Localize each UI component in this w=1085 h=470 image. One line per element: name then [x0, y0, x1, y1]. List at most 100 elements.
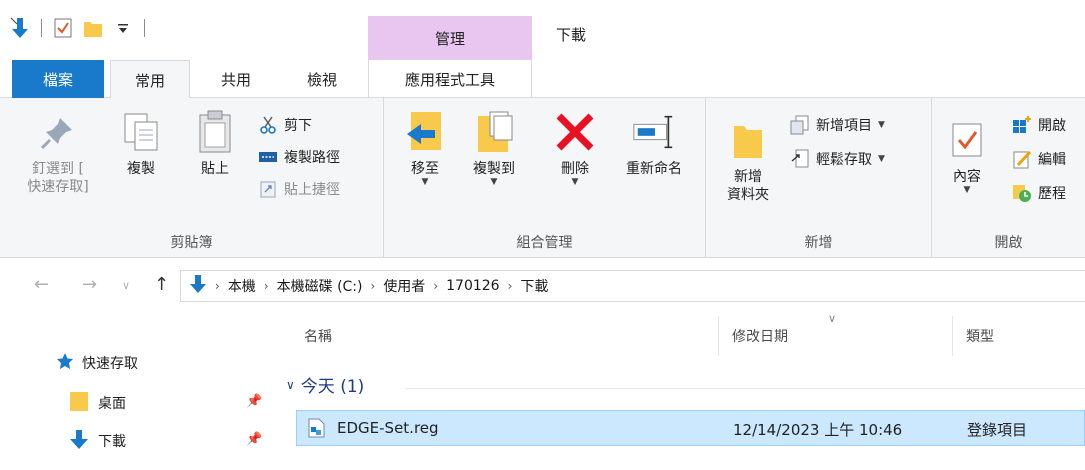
pinned-icon[interactable]: 📌	[246, 394, 262, 409]
copy-icon	[119, 108, 163, 156]
paste-shortcut-button[interactable]: 貼上捷徑	[258, 176, 340, 202]
recent-locations-icon[interactable]: ∨	[122, 279, 130, 292]
open-label: 開啟	[1038, 118, 1066, 134]
copy-path-icon	[258, 147, 278, 167]
new-item-dropdown-icon: ▼	[878, 120, 885, 130]
easy-access-icon	[790, 149, 810, 169]
open-button[interactable]: 開啟	[1012, 112, 1066, 138]
back-arrow-icon[interactable]: ←	[34, 274, 49, 295]
delete-dropdown-icon: ▼	[571, 177, 579, 187]
copy-button[interactable]: 複製	[116, 108, 166, 178]
properties-label: 內容	[953, 169, 981, 185]
copy-path-label: 複製路徑	[284, 150, 340, 166]
nav-item-downloads[interactable]: 下載	[68, 428, 126, 454]
group-label-open: 開啟	[994, 235, 1023, 251]
tab-view[interactable]: 檢視	[282, 60, 362, 98]
paste-shortcut-icon	[258, 179, 278, 199]
collapse-chevron-icon[interactable]: ∨	[286, 378, 295, 392]
properties-dropdown-icon: ▼	[963, 185, 971, 195]
column-header-name[interactable]: 名稱	[304, 326, 332, 346]
breadcrumb-separator[interactable]: ›	[433, 279, 438, 293]
group-label-organize: 組合管理	[516, 235, 573, 251]
group-organize: 移至 ▼ 複製到 ▼ 刪除 ▼ 重新命名 組合管理	[384, 98, 706, 258]
address-bar[interactable]: › 本機 › 本機磁碟 (C:) › 使用者 › 170126 › 下載	[180, 270, 1085, 302]
qat-separator	[144, 19, 145, 37]
rename-icon	[632, 108, 676, 156]
tab-home[interactable]: 常用	[110, 60, 190, 99]
edit-button[interactable]: 編輯	[1012, 146, 1066, 172]
history-label: 歷程	[1038, 186, 1066, 202]
column-separator[interactable]	[952, 316, 953, 356]
group-divider	[406, 388, 1085, 389]
history-button[interactable]: 歷程	[1012, 180, 1066, 206]
properties-button[interactable]: 內容 ▼	[944, 116, 990, 195]
pinned-icon[interactable]: 📌	[246, 432, 262, 447]
ribbon-tabs: 檔案 常用 共用 檢視 應用程式工具	[0, 60, 1085, 99]
copy-to-icon	[472, 108, 516, 156]
up-arrow-icon[interactable]: ↑	[154, 274, 169, 295]
file-type: 登錄項目	[967, 421, 1028, 439]
delete-button[interactable]: 刪除 ▼	[550, 108, 600, 187]
paste-button[interactable]: 貼上	[190, 108, 240, 178]
column-separator[interactable]	[718, 316, 719, 356]
breadcrumb-separator[interactable]: ›	[215, 279, 220, 293]
column-header-modified[interactable]: 修改日期	[732, 326, 788, 346]
breadcrumb-users[interactable]: 使用者	[383, 276, 425, 296]
new-item-button[interactable]: 新增項目 ▼	[790, 112, 885, 138]
easy-access-button[interactable]: 輕鬆存取 ▼	[790, 146, 885, 172]
customize-qat-icon[interactable]	[111, 16, 135, 40]
easy-access-dropdown-icon: ▼	[878, 154, 885, 164]
breadcrumb-separator[interactable]: ›	[264, 279, 269, 293]
group-clipboard: 釘選到 [ 快速存取] 複製 貼上 剪下 複製路徑 貼上捷徑 剪貼簿	[0, 98, 384, 258]
file-name: EDGE-Set.reg	[337, 419, 439, 437]
desktop-folder-icon	[68, 390, 90, 416]
tab-app-tools[interactable]: 應用程式工具	[368, 60, 532, 98]
group-label-new: 新增	[804, 235, 833, 251]
table-row[interactable]: EDGE-Set.reg 12/14/2023 上午 10:46 登錄項目	[296, 410, 1085, 446]
nav-item-quick-access[interactable]: 快速存取	[56, 352, 138, 374]
delete-x-icon	[553, 108, 597, 156]
copy-to-button[interactable]: 複製到 ▼	[462, 108, 526, 187]
pin-label: 釘選到 [ 快速存取]	[27, 161, 89, 195]
rename-button[interactable]: 重新命名	[612, 108, 696, 178]
move-to-button[interactable]: 移至 ▼	[398, 108, 452, 187]
new-folder-large-icon	[726, 116, 770, 164]
tab-share[interactable]: 共用	[196, 60, 276, 98]
group-label-clipboard: 剪貼簿	[170, 235, 213, 251]
forward-arrow-icon[interactable]: →	[82, 274, 97, 295]
column-header-type[interactable]: 類型	[966, 326, 994, 346]
breadcrumb-separator[interactable]: ›	[371, 279, 376, 293]
qat-separator	[41, 19, 42, 37]
registry-file-icon	[307, 418, 325, 442]
group-open: 內容 ▼ 開啟 編輯 歷程 開啟	[932, 98, 1085, 258]
cut-button[interactable]: 剪下	[258, 112, 312, 138]
window-title: 下載	[556, 26, 587, 44]
file-list: 名稱 修改日期 ∨ 類型 ∨ 今天 (1) EDGE-Set.reg 12/14…	[280, 306, 1085, 470]
copy-to-dropdown-icon: ▼	[490, 177, 498, 187]
new-folder-button[interactable]: 新增 資料夾	[720, 116, 776, 204]
quick-access-toolbar	[8, 16, 148, 40]
navigation-pane: 快速存取 桌面 📌 下載 📌	[0, 306, 280, 470]
new-item-label: 新增項目	[816, 118, 872, 134]
rename-label: 重新命名	[626, 161, 682, 177]
group-header-label: 今天 (1)	[300, 377, 365, 397]
properties-icon[interactable]	[51, 16, 75, 40]
open-app-icon	[1012, 115, 1032, 135]
edit-label: 編輯	[1038, 152, 1066, 168]
move-to-icon	[403, 108, 447, 156]
nav-item-desktop[interactable]: 桌面	[68, 390, 126, 416]
breadcrumb-this-pc[interactable]: 本機	[228, 276, 256, 296]
pin-to-quick-access-button[interactable]: 釘選到 [ 快速存取]	[20, 108, 96, 196]
history-icon	[1012, 183, 1032, 203]
new-folder-label: 新增 資料夾	[727, 169, 769, 203]
group-header-today[interactable]: ∨ 今天 (1)	[286, 372, 364, 397]
downloads-icon	[68, 428, 90, 454]
context-tab-manage[interactable]: 管理	[368, 16, 532, 60]
copy-path-button[interactable]: 複製路徑	[258, 144, 340, 170]
breadcrumb-separator[interactable]: ›	[508, 279, 513, 293]
breadcrumb-user[interactable]: 170126	[446, 278, 499, 294]
breadcrumb-downloads[interactable]: 下載	[520, 276, 548, 296]
tab-file[interactable]: 檔案	[12, 60, 104, 98]
breadcrumb-local-disk[interactable]: 本機磁碟 (C:)	[277, 276, 363, 296]
new-folder-icon[interactable]	[81, 16, 105, 40]
